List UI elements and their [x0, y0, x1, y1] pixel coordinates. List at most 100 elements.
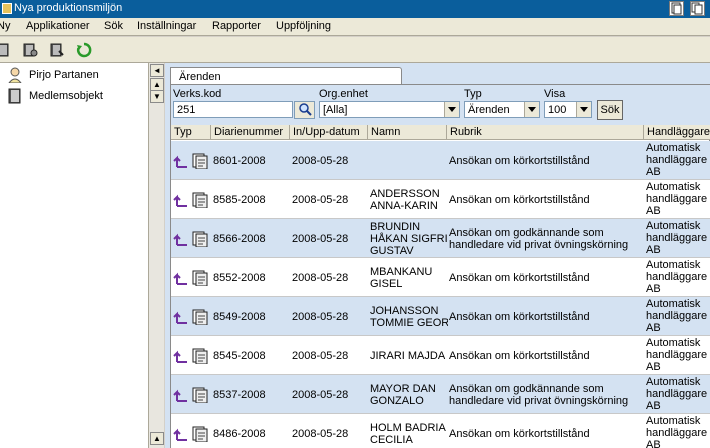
- orgenhet-select[interactable]: [Alla]: [319, 101, 460, 118]
- toolbar: [0, 37, 710, 63]
- handlaggare-line: handläggare: [646, 193, 708, 205]
- tree-item-medlemsobjekt[interactable]: Medlemsobjekt: [4, 87, 144, 105]
- cell-datum: 2008-05-28: [292, 350, 349, 362]
- handlaggare-line: AB: [646, 400, 661, 412]
- column-header-namn[interactable]: Namn: [368, 125, 447, 140]
- arende-type-icon: [173, 153, 208, 169]
- handlaggare-line: handläggare: [646, 349, 708, 361]
- app-icon: [2, 3, 12, 14]
- cell-diarienummer: 8566-2008: [213, 233, 266, 245]
- table-row[interactable]: 8549-2008 2008-05-28 JOHANSSONTOMMIE GEORG…: [171, 297, 710, 336]
- cell-handlaggare: Automatisk handläggare AB: [646, 415, 710, 448]
- menu-ny[interactable]: Ny: [0, 20, 10, 32]
- tree-item-label: Medlemsobjekt: [29, 90, 103, 102]
- table-row[interactable]: 8537-2008 2008-05-28 MAYOR DAN GONZALO Ansök…: [171, 375, 710, 414]
- cell-diarienummer: 8537-2008: [213, 389, 266, 401]
- column-header-diarienummer[interactable]: Diarienummer: [211, 125, 290, 140]
- filter-bar: Verks.kod 251 Org.enhet [Alla] Typ Ärend…: [171, 85, 710, 125]
- orgenhet-dropdown-button[interactable]: [444, 102, 459, 117]
- table-header: Typ Diarienummer In/Upp-datum Namn Rubri…: [171, 125, 710, 140]
- typ-label: Typ: [464, 88, 482, 100]
- namn-line: ANDERSSON: [370, 188, 440, 200]
- table-row[interactable]: 8552-2008 2008-05-28 MBANKANU GISEL Ansökan …: [171, 258, 710, 297]
- visa-value: 100: [548, 104, 567, 116]
- refresh-button[interactable]: [73, 39, 95, 61]
- sok-button[interactable]: Sök: [597, 100, 623, 120]
- cell-diarienummer: 8549-2008: [213, 311, 266, 323]
- scroll-down-button[interactable]: ▼: [150, 90, 164, 103]
- arende-type-icon: [173, 192, 208, 208]
- chevron-down-icon: [448, 107, 456, 112]
- window-tile-button[interactable]: [669, 1, 684, 16]
- scroll-up-bottom-button[interactable]: ▲: [150, 432, 164, 445]
- namn-line: JIRARI MAJDA: [370, 350, 446, 362]
- rubrik-line: Ansökan om körkortstillstånd: [449, 194, 590, 206]
- column-header-rubrik[interactable]: Rubrik: [447, 125, 644, 140]
- book-icon: [0, 43, 9, 57]
- column-header-handlaggare[interactable]: Handläggare: [644, 125, 710, 140]
- menu-rapporter[interactable]: Rapporter: [212, 20, 261, 32]
- menu-installningar[interactable]: Inställningar: [137, 20, 196, 32]
- namn-line: HOLM BADRIA: [370, 422, 446, 434]
- chevron-down-icon: [528, 107, 536, 112]
- orgenhet-value: [Alla]: [323, 104, 348, 116]
- handlaggare-line: handläggare: [646, 271, 708, 283]
- cell-rubrik: Ansökan om godkännande som handledare vid…: [449, 383, 644, 407]
- arende-type-icon: [173, 426, 208, 442]
- rubrik-line: Ansökan om godkännande som: [449, 227, 604, 239]
- typ-dropdown-button[interactable]: [524, 102, 539, 117]
- cell-rubrik: Ansökan om godkännande som handledare vid…: [449, 227, 644, 251]
- arende-type-icon: [173, 348, 208, 364]
- handlaggare-line: AB: [646, 205, 661, 217]
- menu-applikationer[interactable]: Applikationer: [26, 20, 90, 32]
- title-bar: Nya produktionsmiljön: [0, 0, 710, 18]
- handlaggare-line: handläggare: [646, 427, 708, 439]
- book-tools-button[interactable]: [19, 39, 41, 61]
- handlaggare-line: Automatisk: [646, 415, 701, 427]
- handlaggare-line: Automatisk: [646, 181, 701, 193]
- column-header-typ[interactable]: Typ: [171, 125, 211, 140]
- main-pane: Ärenden Verks.kod 251 Org.enhet [Alla] T…: [165, 63, 710, 448]
- book-search-icon: [50, 43, 64, 57]
- namn-line: MAYOR DAN: [370, 383, 436, 395]
- cell-rubrik: Ansökan om körkortstillstånd: [449, 428, 644, 440]
- handlaggare-line: handläggare: [646, 388, 708, 400]
- book-search-button[interactable]: [46, 39, 68, 61]
- namn-line: ANNA-KARIN: [370, 200, 438, 212]
- handlaggare-line: Automatisk: [646, 220, 701, 232]
- table-row[interactable]: 8566-2008 2008-05-28 BRUNDIN HÅKAN SIGFRID G…: [171, 219, 710, 258]
- cell-datum: 2008-05-28: [292, 233, 349, 245]
- tab-content: Verks.kod 251 Org.enhet [Alla] Typ Ärend…: [170, 84, 710, 448]
- person-icon: [8, 67, 22, 83]
- window-cascade-button[interactable]: [690, 1, 705, 16]
- chevron-down-icon: [580, 107, 588, 112]
- cell-rubrik: Ansökan om körkortstillstånd: [449, 155, 644, 167]
- rubrik-line: Ansökan om godkännande som: [449, 383, 604, 395]
- cell-handlaggare: Automatisk handläggare AB: [646, 337, 710, 373]
- menu-uppfoljning[interactable]: Uppföljning: [276, 20, 331, 32]
- verkskod-search-button[interactable]: [294, 101, 315, 119]
- table-row[interactable]: 8545-2008 2008-05-28 JIRARI MAJDA Ansökan o…: [171, 336, 710, 375]
- visa-dropdown-button[interactable]: [576, 102, 591, 117]
- arende-type-icon: [173, 309, 208, 325]
- menu-sok[interactable]: Sök: [104, 20, 123, 32]
- table-row[interactable]: 8585-2008 2008-05-28 ANDERSSON ANNA-KARIN An…: [171, 180, 710, 219]
- typ-value: Ärenden: [468, 104, 510, 116]
- namn-line: GONZALO: [370, 395, 424, 407]
- tab-arenden[interactable]: Ärenden: [170, 67, 402, 85]
- verkskod-field[interactable]: 251: [173, 101, 293, 118]
- tree-scrollbar[interactable]: ◄ ▲ ▼ ▲: [148, 63, 164, 448]
- column-header-datum[interactable]: In/Upp-datum: [290, 125, 368, 140]
- cell-diarienummer: 8585-2008: [213, 194, 266, 206]
- cell-datum: 2008-05-28: [292, 272, 349, 284]
- table-row[interactable]: 8486-2008 2008-05-28 HOLM BADRIA CECILIA Ans…: [171, 414, 710, 448]
- cell-namn: ANDERSSON ANNA-KARIN: [370, 188, 448, 212]
- tree-item-user[interactable]: Pirjo Partanen: [4, 66, 144, 84]
- handlaggare-line: Automatisk: [646, 376, 701, 388]
- table-row[interactable]: 8601-2008 2008-05-28 Ansökan om körkortsti…: [171, 141, 710, 180]
- namn-line: BRUNDIN: [370, 221, 421, 233]
- collapse-pane-button[interactable]: ◄: [150, 64, 164, 77]
- rubrik-line: handledare vid privat övningskörning: [449, 239, 629, 251]
- book-button[interactable]: [0, 39, 14, 61]
- handlaggare-line: handläggare: [646, 154, 708, 166]
